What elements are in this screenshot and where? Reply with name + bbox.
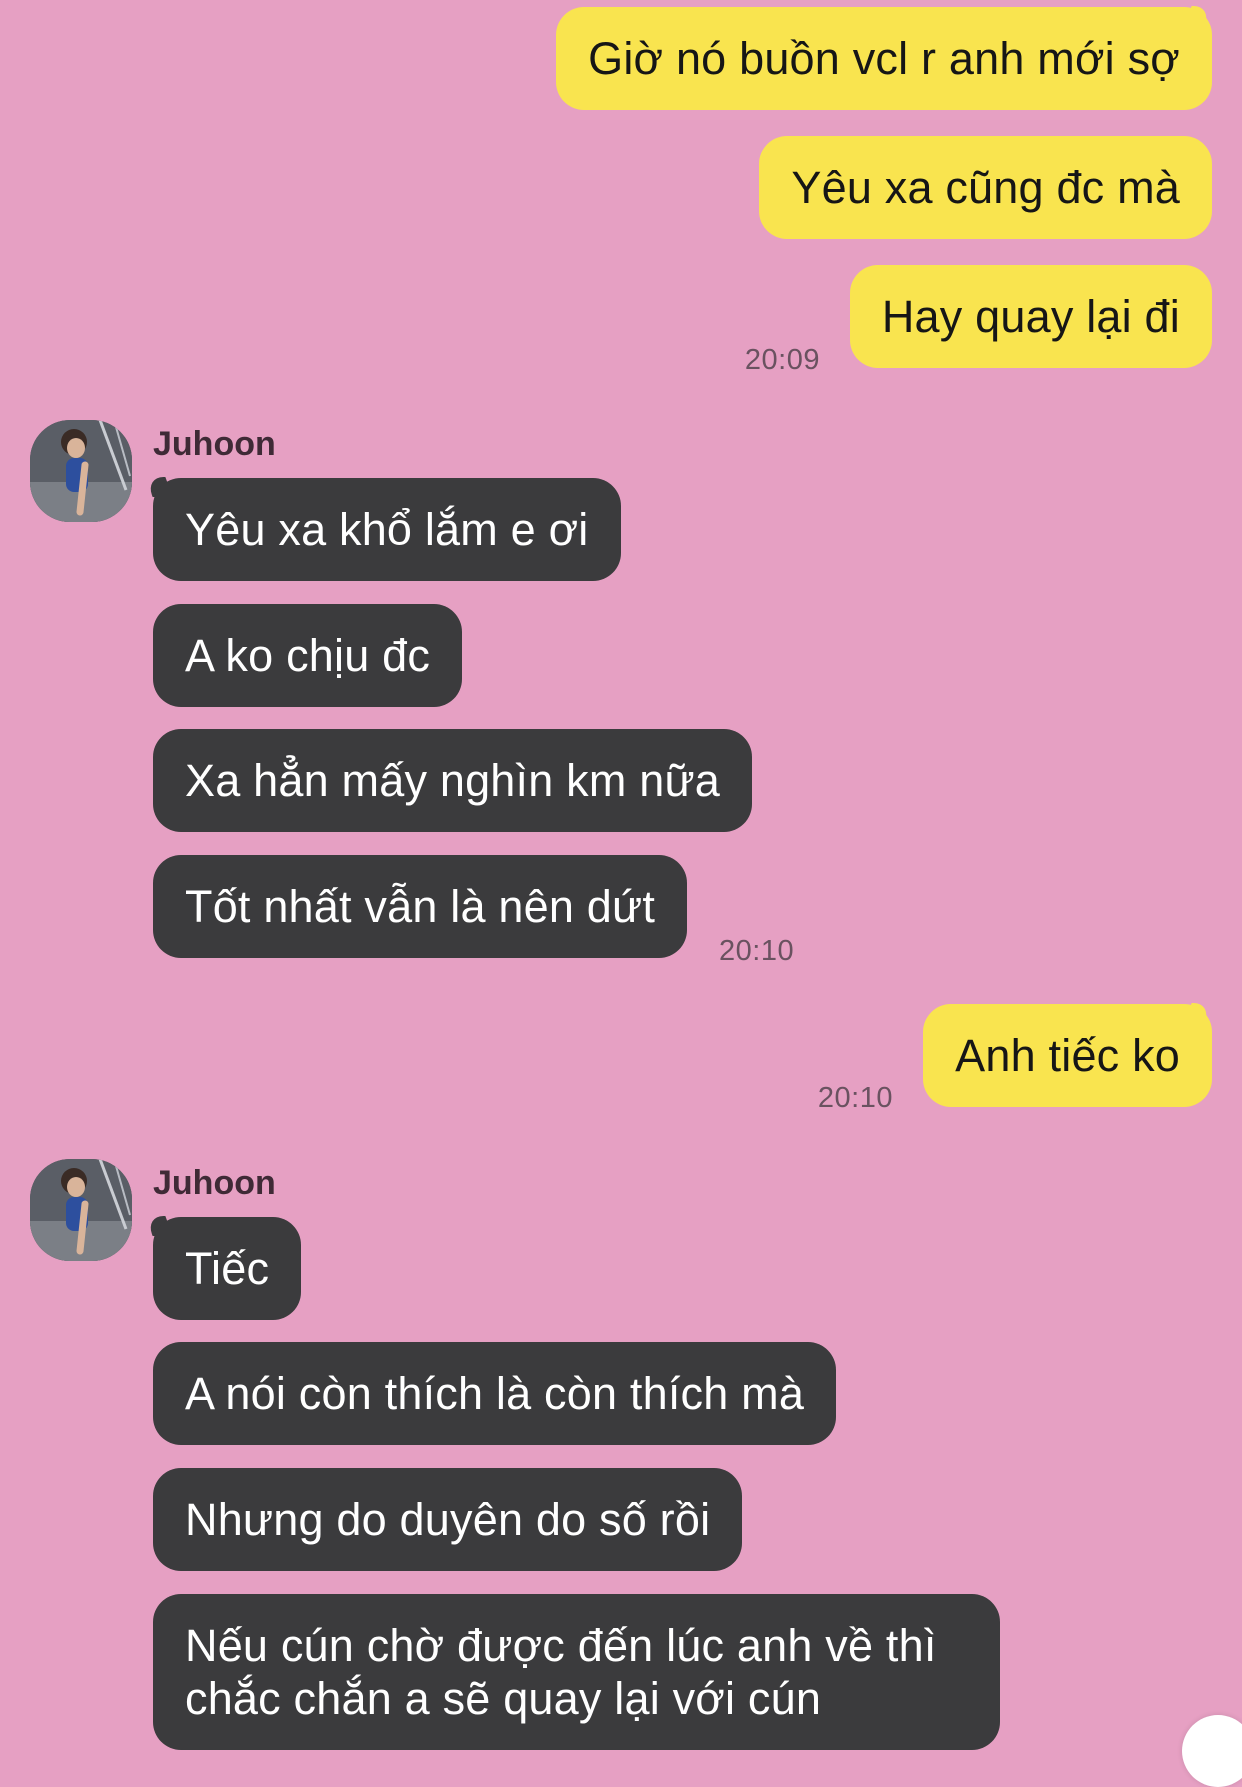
message-bubble-outgoing[interactable]: Hay quay lại đi <box>849 265 1212 368</box>
message-timestamp: 20:09 <box>744 344 820 376</box>
contact-avatar[interactable] <box>30 1159 132 1261</box>
message-bubble-incoming[interactable]: Tiếc <box>153 1217 302 1320</box>
message-bubble-incoming[interactable]: Nhưng do duyên do số rồi <box>153 1468 743 1571</box>
message-bubble-incoming[interactable]: A nói còn thích là còn thích mà <box>153 1342 837 1445</box>
sender-name: Juhoon <box>153 425 276 463</box>
message-bubble-outgoing[interactable]: Anh tiếc ko <box>923 1004 1212 1107</box>
message-timestamp: 20:10 <box>817 1082 893 1114</box>
message-bubble-incoming[interactable]: Yêu xa khổ lắm e ơi <box>153 478 621 581</box>
message-timestamp: 20:10 <box>719 935 795 967</box>
avatar-photo-icon <box>30 420 132 522</box>
sender-name: Juhoon <box>153 1164 276 1202</box>
avatar-photo-icon <box>30 1159 132 1261</box>
message-bubble-incoming[interactable]: A ko chịu đc <box>153 604 463 707</box>
message-bubble-outgoing[interactable]: Yêu xa cũng đc mà <box>759 136 1212 239</box>
contact-avatar[interactable] <box>30 420 132 522</box>
message-bubble-incoming[interactable]: Tốt nhất vẫn là nên dứt <box>153 855 688 958</box>
message-bubble-outgoing[interactable]: Giờ nó buồn vcl r anh mới sợ <box>556 7 1212 110</box>
message-bubble-incoming[interactable]: Xa hẳn mấy nghìn km nữa <box>153 729 753 832</box>
scroll-down-button[interactable] <box>1182 1715 1242 1787</box>
message-bubble-incoming[interactable]: Nếu cún chờ được đến lúc anh về thì chắc… <box>153 1594 1000 1750</box>
